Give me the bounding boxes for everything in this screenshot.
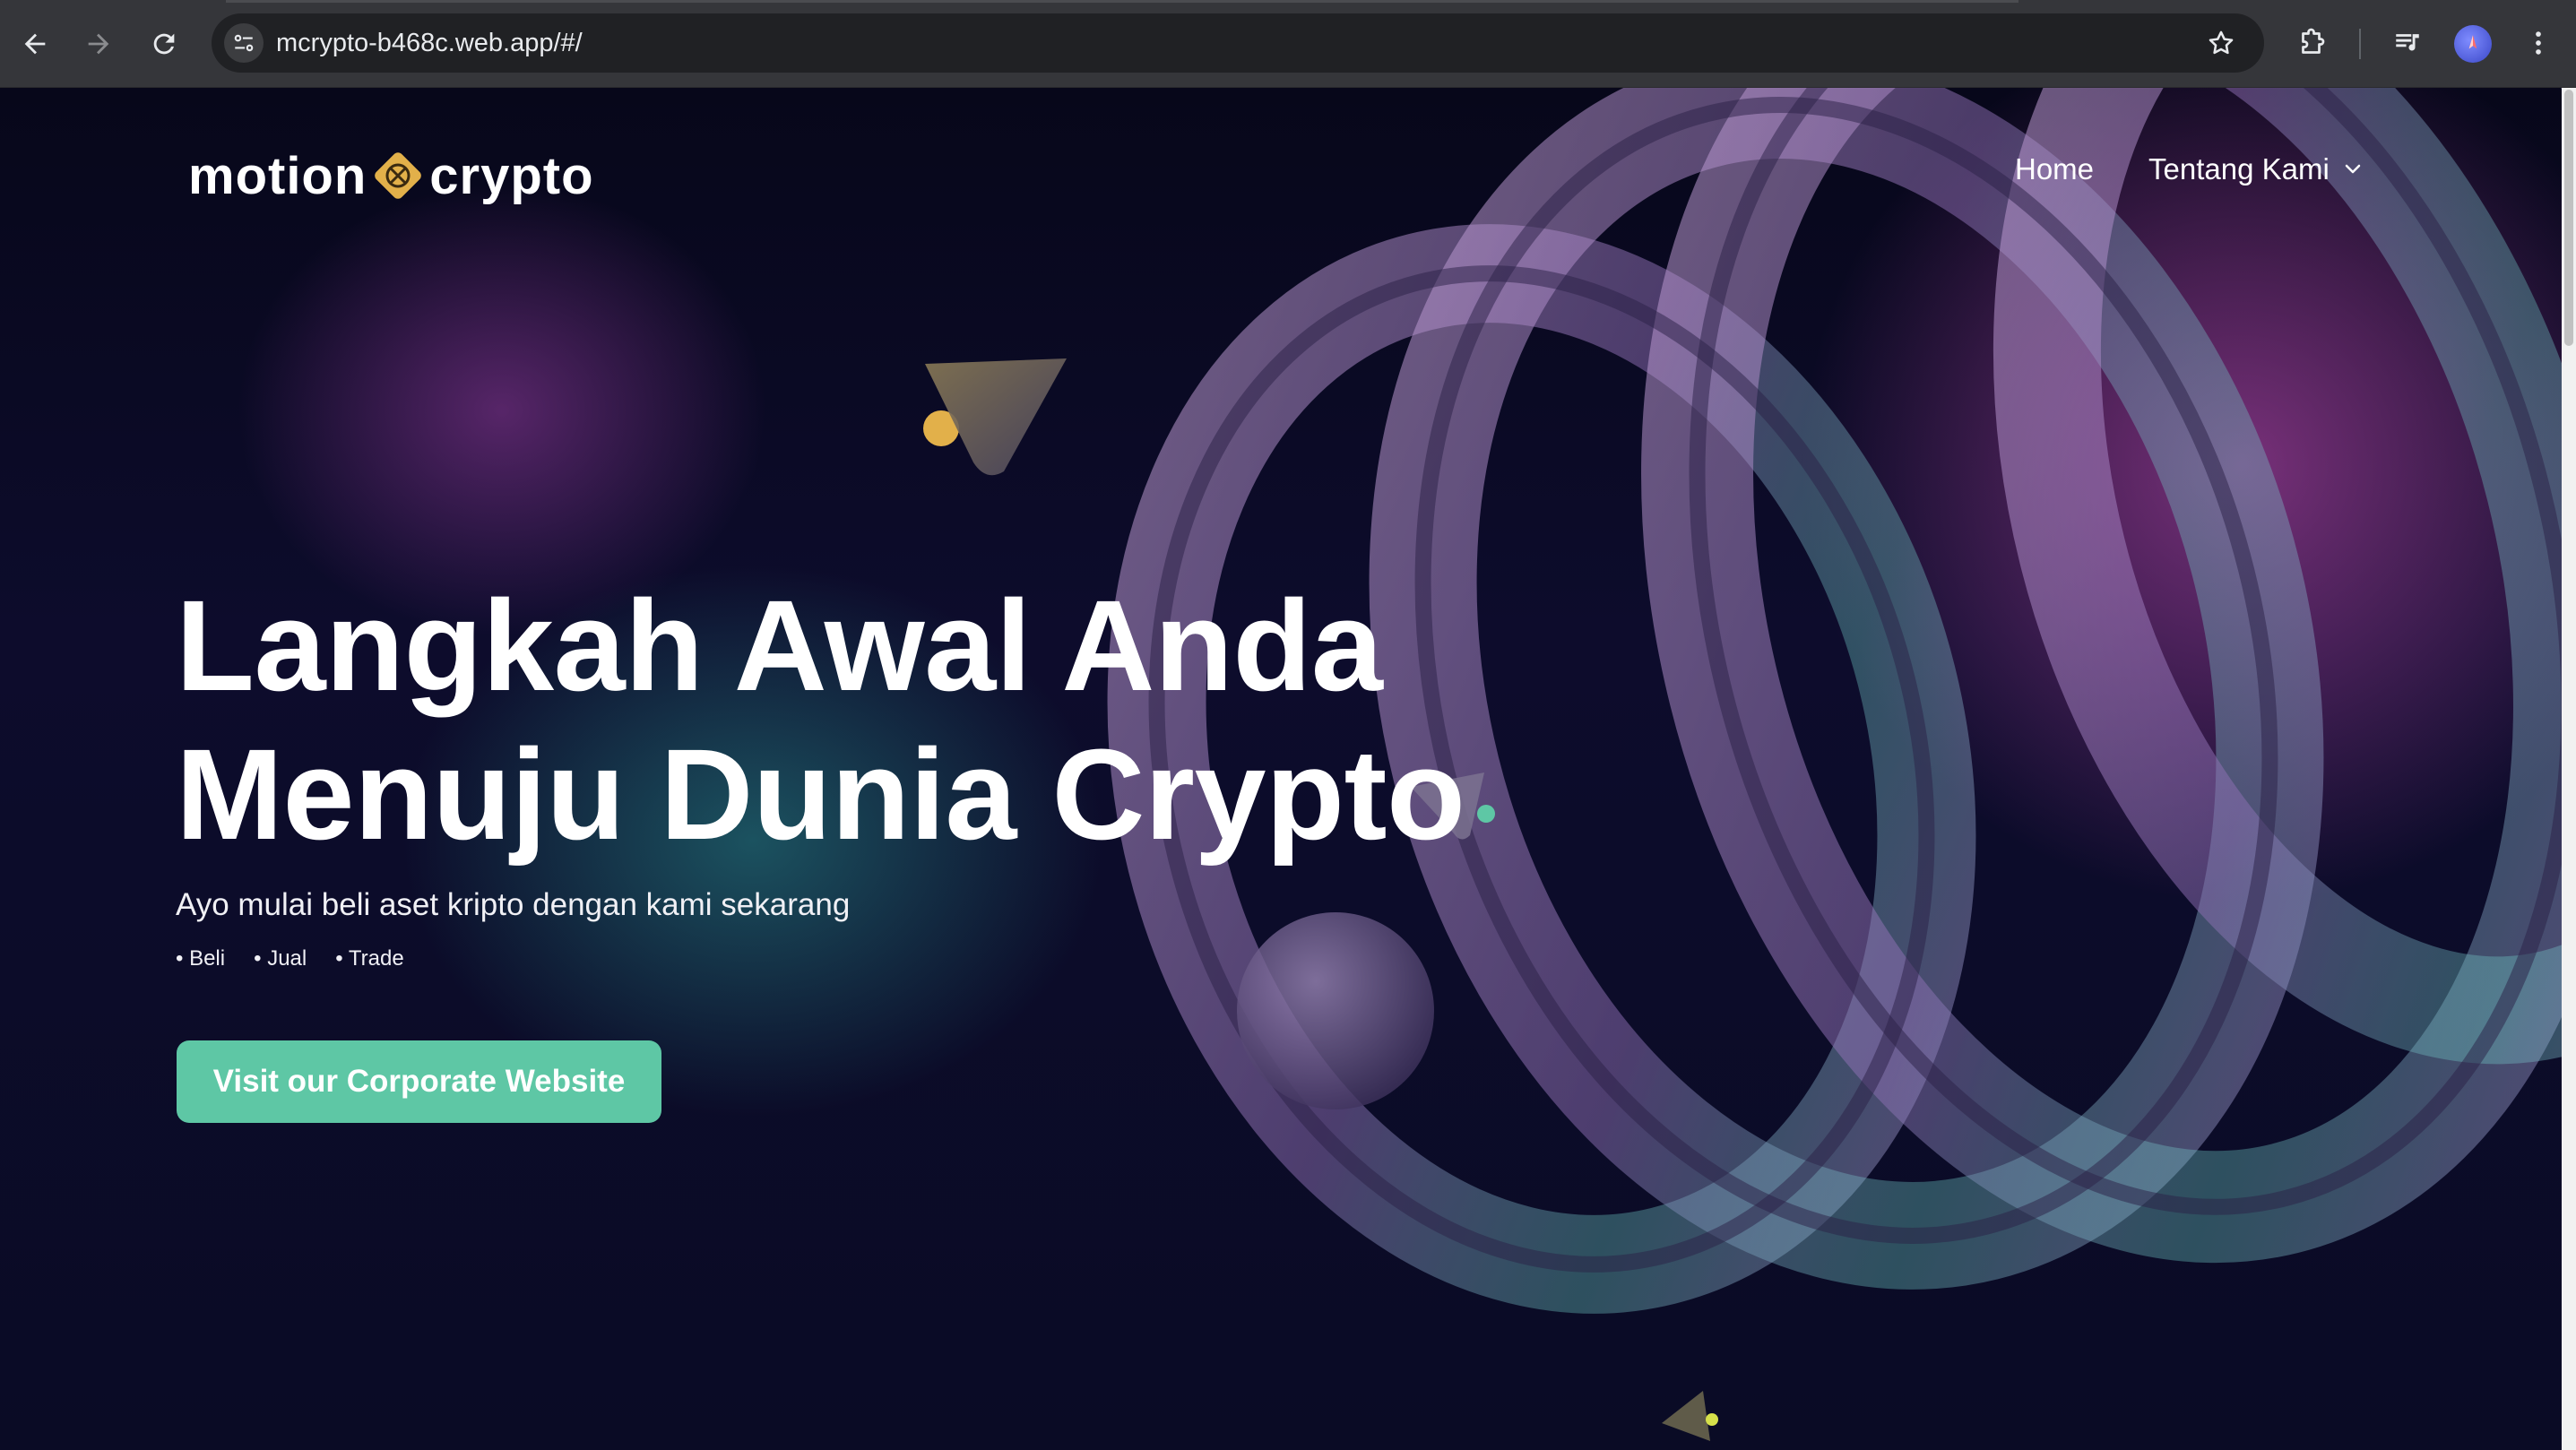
back-icon (24, 33, 46, 55)
extensions-icon (2302, 28, 2325, 54)
site-info-button[interactable] (224, 23, 264, 63)
nav-home-link[interactable]: Home (2015, 152, 2094, 186)
logo-text-left: motion (188, 146, 367, 205)
back-button[interactable] (14, 23, 56, 65)
page-scrollbar[interactable] (2562, 88, 2576, 1450)
profile-avatar-icon (2468, 35, 2477, 49)
hero-title: Langkah Awal Anda Menuju Dunia Crypto (176, 572, 1610, 869)
hero-title-line-2: Menuju Dunia Crypto (176, 722, 1465, 867)
reload-button[interactable] (143, 23, 185, 65)
bullet-trade: Trade (335, 946, 404, 971)
hero-title-line-1: Langkah Awal Anda (176, 574, 1383, 718)
corporate-website-button[interactable]: Visit our Corporate Website (177, 1040, 661, 1123)
media-icon (2396, 34, 2419, 51)
logo-diamond-icon (375, 152, 422, 199)
star-icon (2209, 30, 2234, 55)
hero-bullet-list: Beli Jual Trade (176, 946, 404, 971)
bullet-jual: Jual (254, 946, 307, 971)
hero-subtitle: Ayo mulai beli aset kripto dengan kami s… (176, 887, 851, 922)
site-info-icon (234, 34, 254, 52)
profile-avatar[interactable] (2454, 25, 2492, 63)
floating-cone-shape (923, 358, 1067, 476)
tab-strip-edge (226, 0, 2018, 3)
browser-toolbar: mcrypto-b468c.web.app/#/ (0, 0, 2576, 88)
forward-icon (88, 33, 109, 55)
brand-logo[interactable]: motion crypto (188, 140, 594, 211)
nav-about-label: Tentang Kami (2148, 152, 2330, 186)
toolbar-separator (2359, 29, 2361, 59)
nav-about-dropdown[interactable]: Tentang Kami (2148, 152, 2364, 186)
floating-tiny-cone-shape (1662, 1391, 1718, 1441)
forward-button[interactable] (78, 23, 119, 65)
url-text[interactable]: mcrypto-b468c.web.app/#/ (276, 13, 583, 73)
reload-icon (153, 33, 175, 55)
extensions-button[interactable] (2293, 23, 2332, 63)
page-viewport: motion crypto Home Tentang Kami Langkah … (0, 88, 2562, 1450)
menu-dots-icon (2536, 31, 2541, 55)
media-button[interactable] (2388, 23, 2427, 63)
bullet-beli: Beli (176, 946, 225, 971)
chevron-down-icon (2345, 164, 2361, 174)
logo-text-right: crypto (429, 146, 594, 205)
menu-button[interactable] (2519, 23, 2558, 63)
bookmark-button[interactable] (2201, 23, 2241, 63)
scrollbar-thumb[interactable] (2564, 90, 2573, 346)
address-bar[interactable]: mcrypto-b468c.web.app/#/ (212, 13, 2264, 73)
